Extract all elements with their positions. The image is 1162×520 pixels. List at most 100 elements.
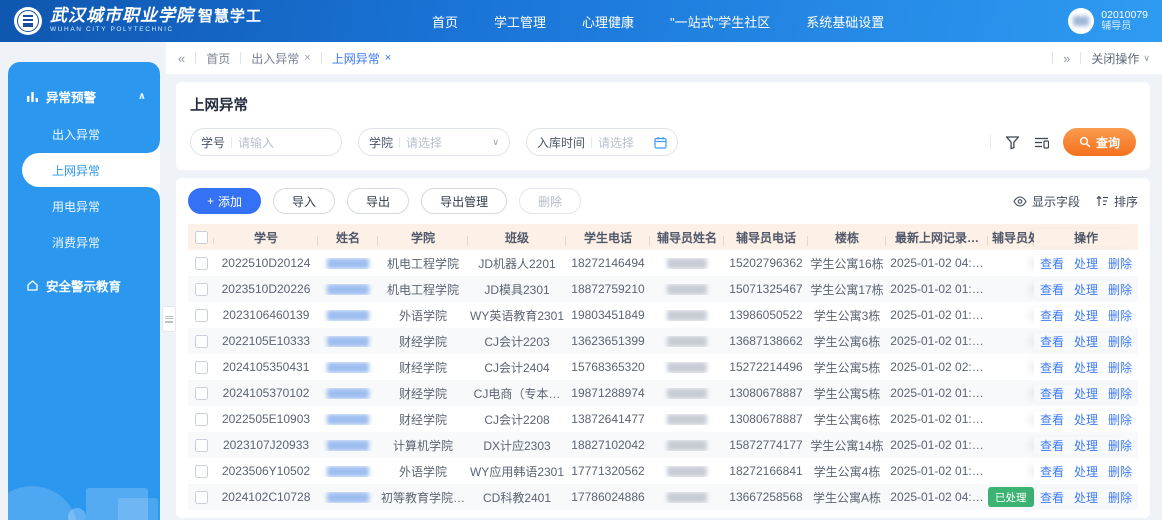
- table-row: 2022105E10333 财经学院 CJ会计2203 13623651399 …: [188, 328, 1138, 354]
- view-link[interactable]: 查看: [1040, 255, 1064, 272]
- view-link[interactable]: 查看: [1040, 411, 1064, 428]
- filter-funnel-icon[interactable]: [1005, 135, 1020, 150]
- eye-icon: [1013, 195, 1027, 207]
- row-checkbox[interactable]: [188, 256, 214, 270]
- row-checkbox[interactable]: [188, 334, 214, 348]
- cell-student-phone: 18872759210: [571, 282, 645, 296]
- column-settings-icon[interactable]: [1034, 135, 1049, 150]
- nav-home[interactable]: 首页: [432, 12, 458, 31]
- cell-counselor-phone: 13667258568: [729, 490, 803, 504]
- tab-entry-exit-anomaly[interactable]: 出入异常 ×: [251, 50, 310, 67]
- user-role: 辅导员: [1101, 21, 1132, 33]
- cell-class: CJ会计2404: [484, 360, 550, 375]
- view-link[interactable]: 查看: [1040, 437, 1064, 454]
- nav-student-affairs[interactable]: 学工管理: [494, 12, 546, 31]
- delete-link[interactable]: 删除: [1108, 359, 1132, 376]
- sort-button[interactable]: 排序: [1096, 193, 1138, 210]
- close-tab-icon[interactable]: ×: [385, 52, 391, 64]
- collapse-tabs-icon[interactable]: «: [178, 51, 185, 66]
- redacted-student-name: [327, 309, 369, 321]
- nav-mental-health[interactable]: 心理健康: [582, 12, 634, 31]
- process-link[interactable]: 处理: [1074, 411, 1098, 428]
- sidebar-item-electricity-anomaly[interactable]: 用电异常: [8, 189, 160, 223]
- view-link[interactable]: 查看: [1040, 333, 1064, 350]
- delete-button[interactable]: 删除: [519, 188, 582, 214]
- cell-building: 学生公寓16栋: [810, 256, 884, 271]
- cell-student-id: 2024102C10728: [221, 490, 311, 504]
- row-checkbox[interactable]: [188, 386, 214, 400]
- cell-latest-record: 2025-01-02 01:…: [890, 438, 984, 452]
- cell-college: 财经学院: [398, 386, 447, 401]
- delete-link[interactable]: 删除: [1108, 333, 1132, 350]
- add-button[interactable]: + 添加: [188, 188, 262, 214]
- sidebar-item-entry-exit-anomaly[interactable]: 出入异常: [8, 117, 160, 151]
- delete-link[interactable]: 删除: [1108, 307, 1132, 324]
- process-link[interactable]: 处理: [1074, 281, 1098, 298]
- col-counselor-name: 辅导员姓名: [650, 229, 724, 246]
- delete-link[interactable]: 删除: [1108, 437, 1132, 454]
- process-link[interactable]: 处理: [1074, 385, 1098, 402]
- view-link[interactable]: 查看: [1040, 359, 1064, 376]
- view-link[interactable]: 查看: [1040, 489, 1064, 506]
- process-link[interactable]: 处理: [1074, 463, 1098, 480]
- row-checkbox[interactable]: [188, 490, 214, 504]
- row-checkbox[interactable]: [188, 438, 214, 452]
- nav-one-stop-community[interactable]: "一站式"学生社区: [670, 12, 770, 31]
- view-link[interactable]: 查看: [1040, 307, 1064, 324]
- view-link[interactable]: 查看: [1040, 385, 1064, 402]
- sidebar-resize-handle[interactable]: [162, 306, 176, 332]
- row-checkbox[interactable]: [188, 464, 214, 478]
- cell-student-phone: 17771320562: [571, 464, 645, 478]
- cell-counselor-name: [650, 283, 724, 295]
- sidebar-item-consumption-anomaly[interactable]: 消费异常: [8, 225, 160, 259]
- process-link[interactable]: 处理: [1074, 307, 1098, 324]
- student-id-input[interactable]: 学号 请输入: [190, 128, 342, 156]
- col-counselor-process: 辅导员处理: [988, 229, 1034, 246]
- export-button[interactable]: 导出: [347, 188, 410, 214]
- process-link[interactable]: 处理: [1074, 255, 1098, 272]
- cell-student-id: 2022505E10903: [221, 412, 311, 426]
- redacted-student-name: [327, 335, 369, 347]
- chevron-up-icon: ∧: [137, 91, 146, 102]
- row-checkbox[interactable]: [188, 360, 214, 374]
- delete-link[interactable]: 删除: [1108, 489, 1132, 506]
- search-button[interactable]: 查询: [1062, 128, 1136, 156]
- export-manage-button[interactable]: 导出管理: [421, 188, 508, 214]
- row-actions: 查看 处理 删除: [1034, 488, 1138, 506]
- process-link[interactable]: 处理: [1074, 437, 1098, 454]
- delete-link[interactable]: 删除: [1108, 255, 1132, 272]
- college-select[interactable]: 学院 请选择 ∨: [358, 128, 510, 156]
- view-link[interactable]: 查看: [1040, 463, 1064, 480]
- tab-internet-anomaly[interactable]: 上网异常 ×: [332, 50, 391, 67]
- user-info[interactable]: 02010079 辅导员: [1068, 8, 1148, 34]
- cell-counselor-name: [650, 335, 724, 347]
- expand-tabs-icon[interactable]: »: [1063, 51, 1070, 66]
- nav-system-settings[interactable]: 系统基础设置: [806, 12, 884, 31]
- col-counselor-phone: 辅导员电话: [724, 229, 808, 246]
- view-link[interactable]: 查看: [1040, 281, 1064, 298]
- entry-time-datepicker[interactable]: 入库时间 请选择: [526, 128, 678, 156]
- row-checkbox[interactable]: [188, 308, 214, 322]
- import-button[interactable]: 导入: [273, 188, 336, 214]
- cell-counselor-name: [650, 413, 724, 425]
- row-checkbox[interactable]: [188, 412, 214, 426]
- tab-home[interactable]: 首页: [206, 50, 230, 67]
- user-avatar[interactable]: [1068, 8, 1095, 34]
- process-link[interactable]: 处理: [1074, 333, 1098, 350]
- process-link[interactable]: 处理: [1074, 359, 1098, 376]
- row-checkbox[interactable]: [188, 282, 214, 296]
- show-fields-button[interactable]: 显示字段: [1013, 193, 1080, 210]
- delete-link[interactable]: 删除: [1108, 411, 1132, 428]
- sidebar-group-safety-education[interactable]: 安全警示教育: [8, 267, 160, 304]
- close-operations-menu[interactable]: 关闭操作 ∨: [1091, 50, 1150, 67]
- sidebar-group-anomaly-warning[interactable]: 异常预警 ∧: [8, 78, 160, 115]
- sidebar-item-internet-anomaly[interactable]: 上网异常: [22, 141, 160, 199]
- delete-link[interactable]: 删除: [1108, 463, 1132, 480]
- cell-building: 学生公寓3栋: [813, 308, 881, 323]
- delete-link[interactable]: 删除: [1108, 281, 1132, 298]
- process-link[interactable]: 处理: [1074, 489, 1098, 506]
- close-tab-icon[interactable]: ×: [304, 52, 310, 64]
- col-actions: 操作: [1034, 228, 1138, 246]
- delete-link[interactable]: 删除: [1108, 385, 1132, 402]
- select-all-checkbox[interactable]: [188, 230, 214, 244]
